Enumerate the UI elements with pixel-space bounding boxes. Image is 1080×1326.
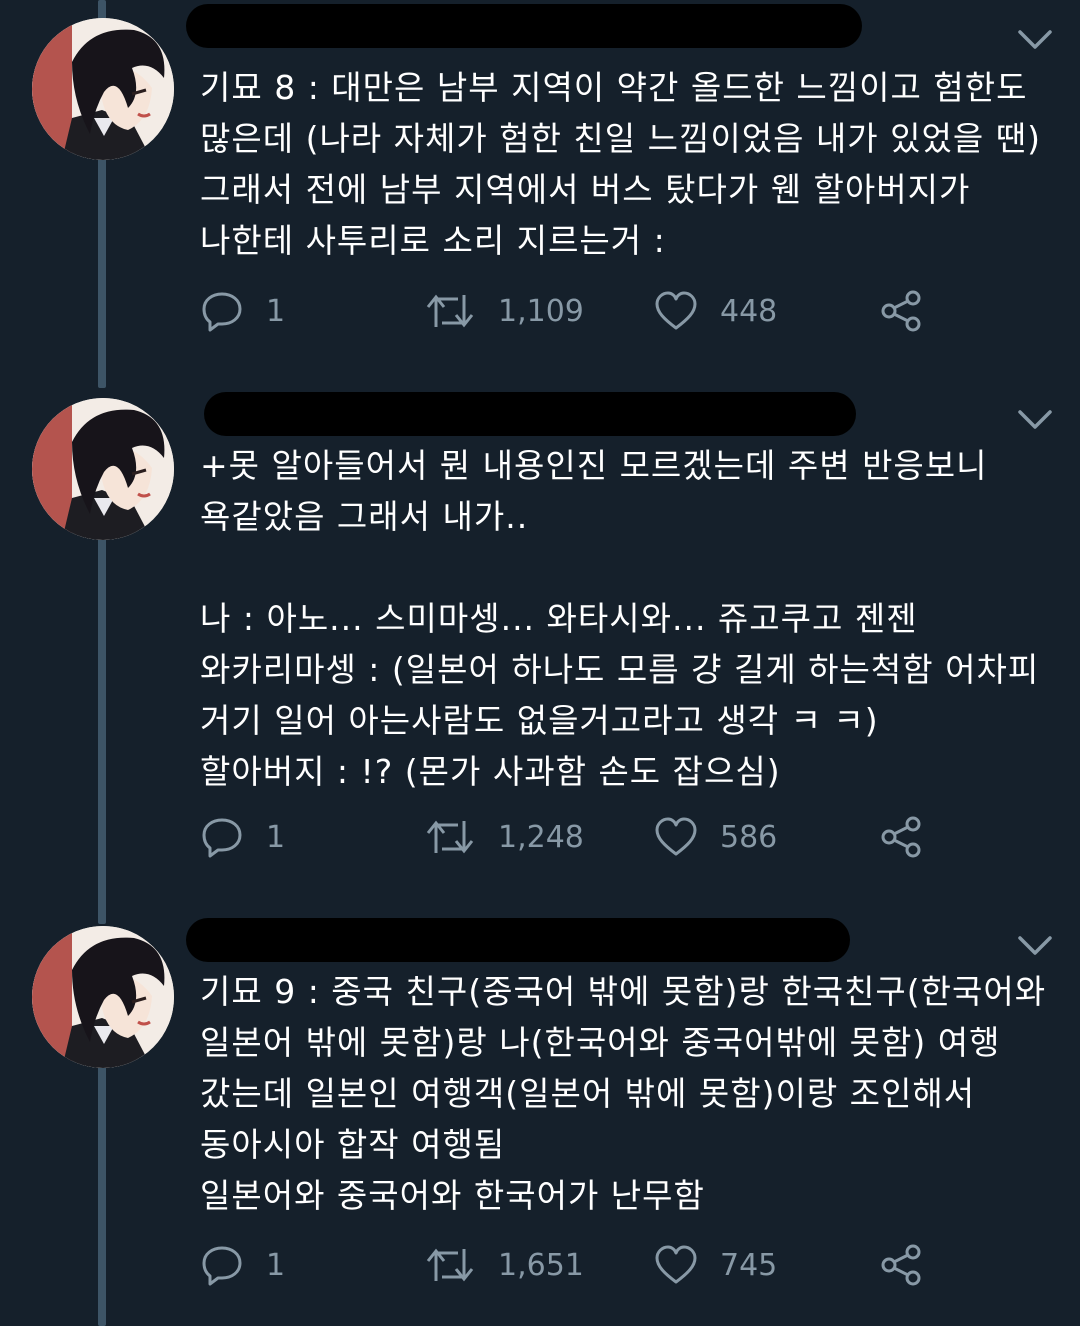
tweet[interactable]: 기묘 9 : 중국 친구(중국어 밖에 못함)랑 한국친구(한국어와 일본어 밖… (0, 918, 1080, 1326)
retweet-button[interactable]: 1,109 (424, 286, 584, 336)
redacted-author (204, 392, 856, 436)
reply-count: 1 (266, 819, 286, 855)
tweet-actions: 1 1,109 448 (200, 286, 960, 336)
retweet-button[interactable]: 1,248 (424, 812, 584, 862)
like-count: 448 (720, 293, 778, 329)
like-button[interactable]: 586 (654, 812, 777, 862)
reply-button[interactable]: 1 (200, 286, 285, 336)
heart-icon (655, 817, 697, 856)
speech-bubble-icon (202, 292, 242, 332)
share-button[interactable] (880, 286, 924, 336)
reply-button[interactable]: 1 (200, 1240, 285, 1290)
avatar[interactable] (32, 926, 174, 1068)
heart-icon (655, 291, 697, 330)
tweet-text: 기묘 9 : 중국 친구(중국어 밖에 못함)랑 한국친구(한국어와 일본어 밖… (200, 972, 1047, 1215)
tweet[interactable]: 기묘 8 : 대만은 남부 지역이 약간 올드한 느낌이고 험한도 많은데 (나… (0, 0, 1080, 380)
retweet-button[interactable]: 1,651 (424, 1240, 584, 1290)
share-button[interactable] (880, 812, 924, 862)
avatar[interactable] (32, 18, 174, 160)
chevron-down-icon[interactable] (1016, 28, 1054, 52)
share-button[interactable] (880, 1240, 924, 1290)
like-count: 745 (720, 1247, 778, 1283)
chevron-down-icon[interactable] (1016, 408, 1054, 432)
retweet-count: 1,248 (498, 819, 584, 855)
tweet-actions: 1 1,248 586 (200, 812, 960, 862)
speech-bubble-icon (202, 818, 242, 858)
heart-icon (655, 1245, 697, 1284)
redacted-author (186, 918, 850, 962)
tweet-text: 기묘 8 : 대만은 남부 지역이 약간 올드한 느낌이고 험한도 많은데 (나… (200, 68, 1041, 260)
share-nodes-icon (881, 290, 921, 332)
reply-button[interactable]: 1 (200, 812, 285, 862)
avatar[interactable] (32, 398, 174, 540)
speech-bubble-icon (202, 1246, 242, 1286)
reply-count: 1 (266, 293, 286, 329)
like-button[interactable]: 745 (654, 1240, 777, 1290)
tweet-text: +못 알아들어서 뭔 내용인진 모르겠는데 주변 반응보니 욕같았음 그래서 내… (200, 446, 1040, 791)
retweet-arrows-icon (426, 1248, 474, 1282)
tweet-actions: 1 1,651 745 (200, 1240, 960, 1290)
tweet[interactable]: +못 알아들어서 뭔 내용인진 모르겠는데 주변 반응보니 욕같았음 그래서 내… (0, 388, 1080, 918)
retweet-arrows-icon (426, 294, 474, 328)
reply-count: 1 (266, 1247, 286, 1283)
redacted-author (186, 4, 862, 48)
retweet-arrows-icon (426, 820, 474, 854)
like-button[interactable]: 448 (654, 286, 777, 336)
share-nodes-icon (881, 1244, 921, 1286)
retweet-count: 1,651 (498, 1247, 584, 1283)
share-nodes-icon (881, 816, 921, 858)
chevron-down-icon[interactable] (1016, 934, 1054, 958)
retweet-count: 1,109 (498, 293, 584, 329)
like-count: 586 (720, 819, 778, 855)
